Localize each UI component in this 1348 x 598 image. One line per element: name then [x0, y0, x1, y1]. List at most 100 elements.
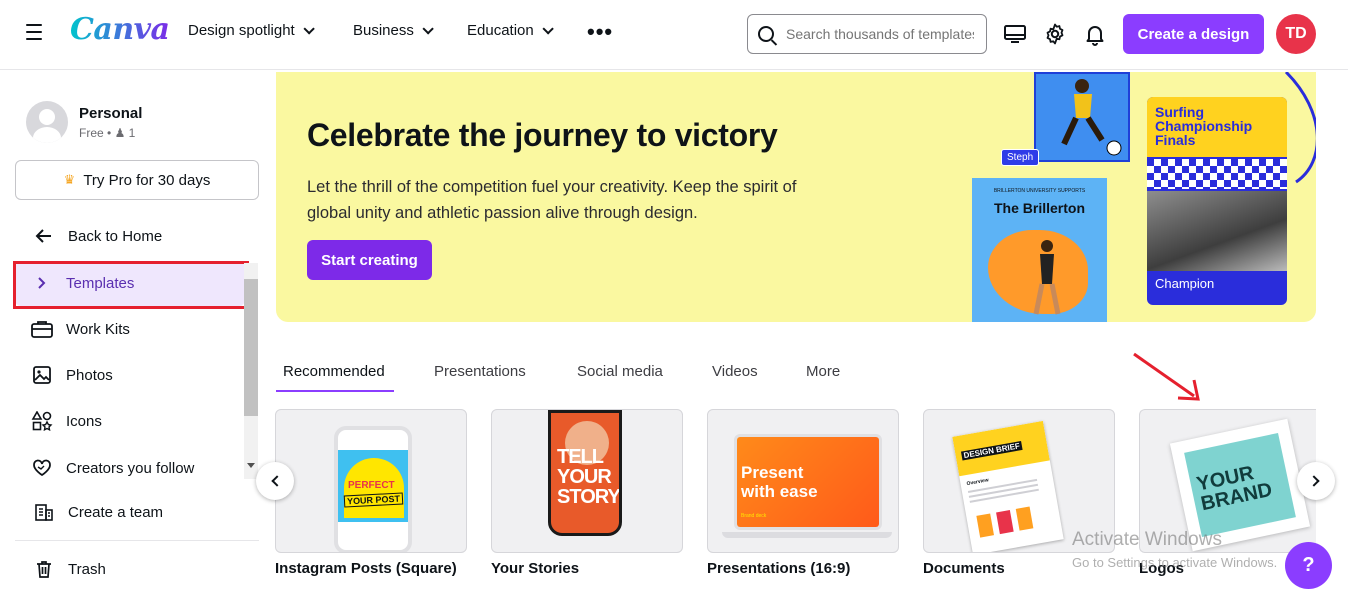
- chevron-down-icon: [303, 22, 315, 35]
- profile-avatar: [26, 101, 68, 143]
- nav-label: Education: [467, 22, 534, 39]
- desktop-app-icon[interactable]: [1003, 22, 1027, 46]
- carousel-next-button[interactable]: [1297, 462, 1335, 500]
- search-input[interactable]: [786, 26, 974, 42]
- briefcase-icon: [31, 321, 53, 338]
- scroll-down-arrow-icon[interactable]: [247, 463, 255, 468]
- soccer-player-illustration: [1061, 79, 1122, 156]
- sidebar: Personal Free • ♟ 1 ♛ Try Pro for 30 day…: [0, 71, 270, 598]
- member-count: 1: [128, 125, 136, 140]
- sidebar-item-back-home[interactable]: Back to Home: [32, 226, 162, 246]
- sidebar-item-label: Icons: [66, 412, 102, 430]
- active-tab-indicator: [276, 390, 394, 392]
- sidebar-item-creators-you-follow[interactable]: Creators you follow: [30, 458, 194, 478]
- tab-more[interactable]: More: [806, 363, 840, 380]
- nav-business[interactable]: Business: [353, 22, 434, 39]
- canva-logo[interactable]: Canva: [70, 12, 170, 47]
- tile-art-text: Brand deck: [741, 513, 767, 519]
- surfing-card: Surfing Championship Finals Champion: [1147, 97, 1287, 305]
- tile-label: Documents: [923, 560, 1005, 577]
- card-b-kicker: BRILLERTON UNIVERSITY SUPPORTS: [993, 188, 1086, 194]
- sidebar-item-icons[interactable]: Icons: [30, 411, 102, 431]
- chevron-down-icon: [422, 22, 434, 35]
- sidebar-item-label: Creators you follow: [66, 459, 195, 477]
- sidebar-item-work-kits[interactable]: Work Kits: [30, 319, 130, 339]
- person-icon: ♟: [114, 125, 126, 140]
- tile-label: Your Stories: [491, 560, 580, 577]
- user-avatar[interactable]: TD: [1276, 14, 1316, 54]
- plan-label: Free: [79, 125, 104, 140]
- watermark-subtitle: Go to Settings to activate Windows.: [1072, 555, 1278, 570]
- annotation-red-box: [13, 261, 249, 309]
- chevron-left-icon: [271, 475, 283, 487]
- hero-title: Celebrate the journey to victory: [307, 117, 778, 153]
- nav-label: Business: [353, 22, 414, 39]
- tile-art-text: TELL YOUR STORY: [557, 446, 620, 508]
- sidebar-item-trash[interactable]: Trash: [32, 559, 106, 579]
- sidebar-item-label: Work Kits: [66, 320, 130, 338]
- card-c-caption: Champion: [1155, 276, 1215, 291]
- sidebar-item-label: Trash: [68, 560, 106, 578]
- top-bar: Canva Design spotlight Business Educatio…: [0, 0, 1348, 70]
- sidebar-item-create-team[interactable]: Create a team: [32, 502, 163, 522]
- sidebar-item-photos[interactable]: Photos: [30, 365, 113, 385]
- sidebar-divider: [15, 540, 259, 541]
- try-pro-button[interactable]: ♛ Try Pro for 30 days: [15, 160, 259, 200]
- tab-recommended[interactable]: Recommended: [283, 363, 385, 380]
- nav-design-spotlight[interactable]: Design spotlight: [188, 22, 315, 39]
- card-b-title: The Brillerton: [993, 200, 1085, 216]
- heart-icon: [33, 459, 51, 477]
- tile-art-text: Overview: [966, 477, 990, 488]
- template-tile-stories[interactable]: TELL YOUR STORY: [491, 409, 683, 553]
- brillerton-card: BRILLERTON UNIVERSITY SUPPORTS The Brill…: [972, 178, 1107, 322]
- chevron-right-icon: [1308, 475, 1320, 487]
- sidebar-item-label: Create a team: [68, 503, 164, 521]
- template-tile-presentations[interactable]: Present with ease Brand deck: [707, 409, 899, 553]
- menu-icon[interactable]: [26, 24, 42, 42]
- nav-education[interactable]: Education: [467, 22, 554, 39]
- chevron-down-icon: [542, 22, 554, 35]
- profile-name: Personal: [79, 104, 143, 122]
- settings-gear-icon[interactable]: [1043, 22, 1067, 46]
- arrow-left-icon: [35, 229, 51, 243]
- annotation-red-arrow: [1133, 352, 1200, 401]
- shapes-icon: [31, 411, 53, 431]
- profile-plan-line: Free • ♟ 1: [79, 125, 136, 140]
- tab-social-media[interactable]: Social media: [577, 363, 663, 380]
- sidebar-item-label: Back to Home: [68, 227, 163, 245]
- account-switcher[interactable]: Personal Free • ♟ 1: [26, 101, 142, 143]
- hero-banner: Celebrate the journey to victory Let the…: [276, 72, 1316, 322]
- tab-presentations[interactable]: Presentations: [434, 363, 526, 380]
- tennis-player-illustration: [1033, 240, 1061, 315]
- notification-bell-icon[interactable]: [1083, 22, 1107, 46]
- watermark-title: Activate Windows: [1072, 529, 1222, 550]
- sidebar-item-label: Photos: [66, 366, 113, 384]
- create-design-button[interactable]: Create a design: [1123, 14, 1264, 54]
- image-icon: [33, 366, 51, 384]
- sidebar-scroll-thumb[interactable]: [244, 279, 258, 416]
- nav-label: Design spotlight: [188, 22, 295, 39]
- collaborator-tag: Steph: [1001, 149, 1040, 166]
- building-icon: [35, 504, 53, 521]
- help-button[interactable]: ?: [1285, 542, 1332, 589]
- card-c-title: Surfing Championship Finals: [1155, 104, 1253, 148]
- tile-art-text: Present with ease: [741, 463, 818, 501]
- more-horizontal-icon[interactable]: •••: [587, 21, 613, 43]
- search-box[interactable]: [747, 14, 987, 54]
- template-tile-instagram[interactable]: PERFECT YOUR POST: [275, 409, 467, 553]
- trash-icon: [37, 561, 51, 578]
- try-pro-label: Try Pro for 30 days: [83, 171, 211, 189]
- search-icon: [758, 26, 774, 42]
- soccer-player-card: [1034, 72, 1130, 162]
- tab-videos[interactable]: Videos: [712, 363, 758, 380]
- tile-label: Presentations (16:9): [707, 560, 851, 577]
- carousel-prev-button[interactable]: [256, 462, 294, 500]
- tile-label: Instagram Posts (Square): [275, 560, 457, 577]
- tile-art-text: PERFECT: [348, 480, 395, 491]
- windows-activation-watermark: Activate Windows Go to Settings to activ…: [1072, 529, 1277, 570]
- hero-description: Let the thrill of the competition fuel y…: [307, 178, 797, 222]
- surfer-photo: [1147, 191, 1287, 271]
- crown-icon: ♛: [63, 172, 76, 187]
- checkerboard-pattern: [1147, 159, 1287, 189]
- start-creating-button[interactable]: Start creating: [307, 240, 432, 280]
